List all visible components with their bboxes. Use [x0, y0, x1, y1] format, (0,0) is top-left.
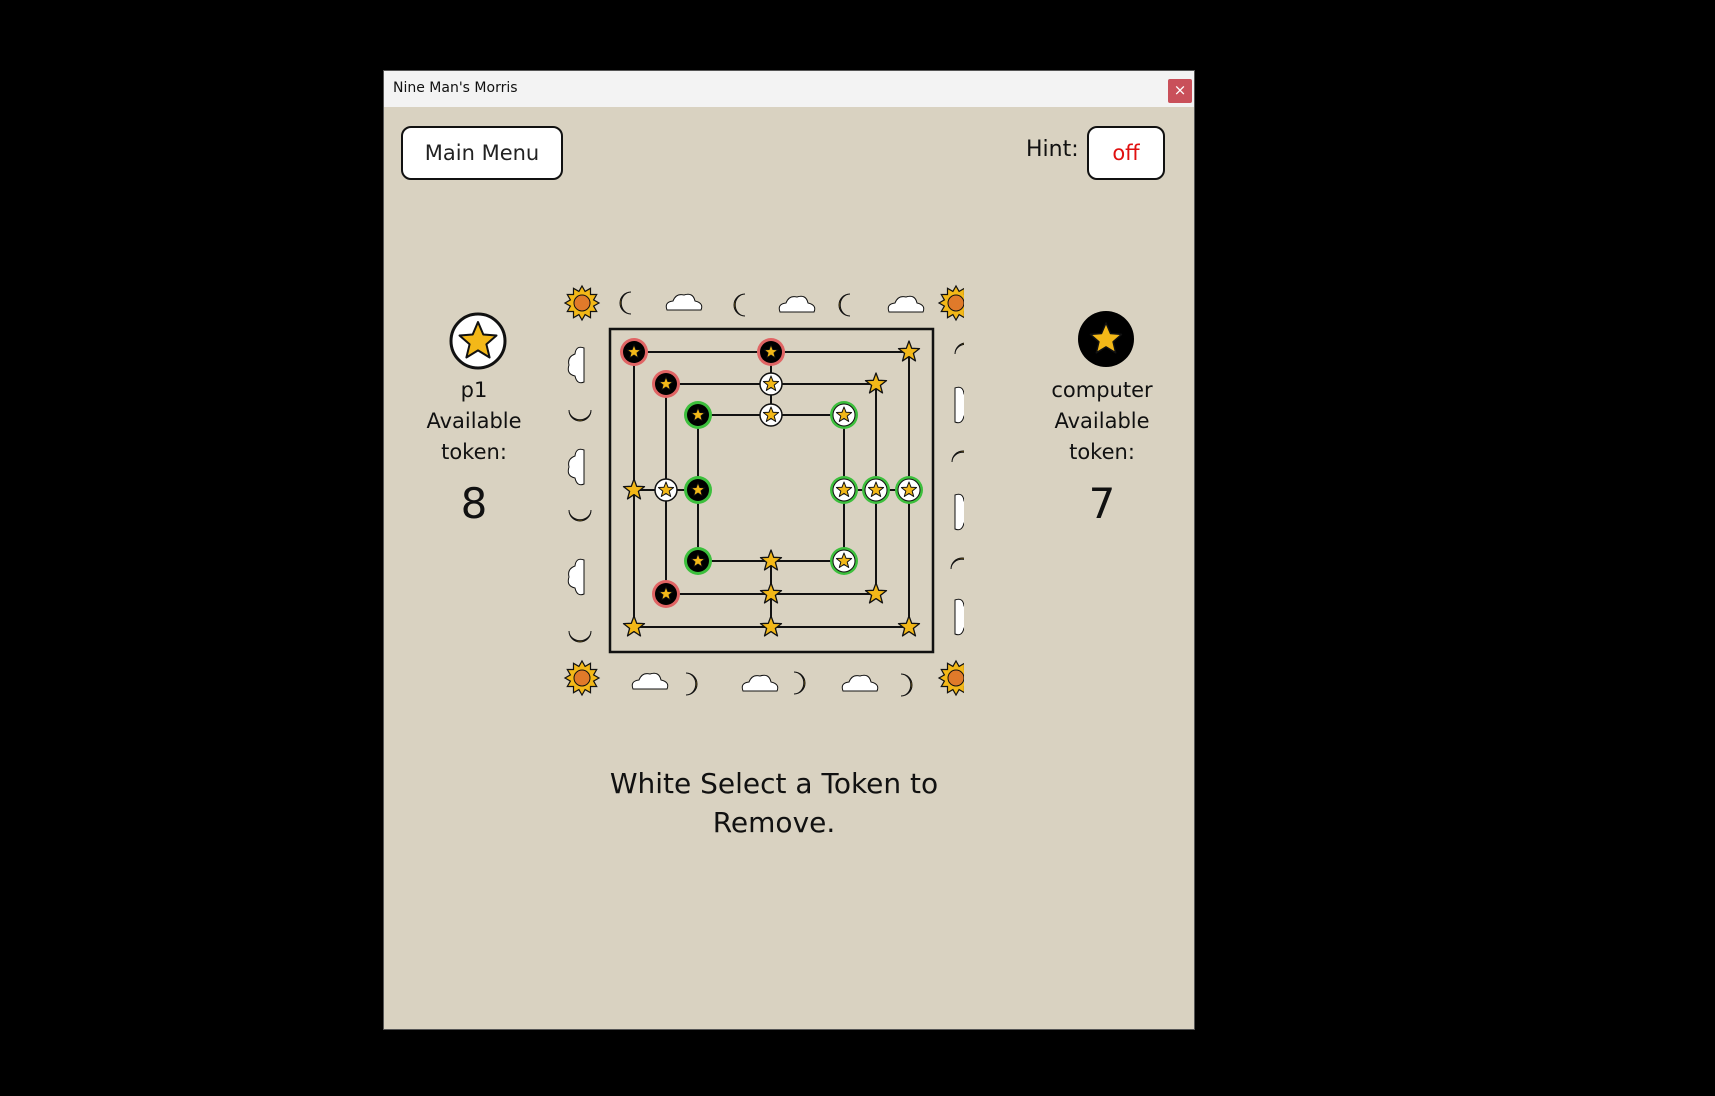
board-point-e4[interactable] — [830, 476, 858, 504]
computer-name: computer — [1051, 378, 1153, 402]
computer-token-count: 7 — [1088, 479, 1116, 528]
sun-icon — [937, 284, 964, 322]
moon-icon — [950, 557, 964, 570]
board-point-d1[interactable] — [759, 615, 783, 637]
status-line-1: White Select a Token to — [609, 767, 939, 800]
cloud-icon — [665, 293, 703, 311]
p1-token-count: 8 — [460, 479, 488, 528]
window-title: Nine Man's Morris — [393, 80, 518, 96]
cloud-icon — [631, 672, 669, 690]
status-message: White Select a Token to Remove. — [564, 764, 984, 842]
board-point-d5[interactable] — [759, 403, 783, 427]
board-point-d6[interactable] — [759, 372, 783, 396]
moon-icon — [619, 291, 632, 315]
board-point-d7[interactable] — [757, 338, 785, 366]
p1-panel: p1 Available token: 8 — [384, 375, 564, 534]
moon-icon — [568, 509, 592, 522]
computer-token-icon — [1078, 311, 1134, 367]
cloud-icon — [741, 674, 779, 692]
sun-icon — [563, 284, 601, 322]
sun-icon — [563, 659, 601, 697]
board-point-c4[interactable] — [684, 476, 712, 504]
board-square-line — [697, 414, 845, 562]
status-line-2: Remove. — [712, 806, 836, 839]
title-bar: Nine Man's Morris × — [384, 71, 1194, 107]
cloud-icon — [954, 598, 964, 636]
moon-icon — [838, 293, 851, 317]
moon-icon — [568, 630, 592, 643]
hint-toggle-button[interactable]: off — [1087, 126, 1165, 180]
p1-token-label: token: — [441, 440, 507, 464]
hint-label: Hint: — [1026, 137, 1079, 162]
close-button[interactable]: × — [1168, 79, 1192, 103]
sun-icon — [937, 659, 964, 697]
p1-name: p1 — [460, 378, 488, 402]
empty-point-star-icon — [622, 615, 646, 637]
cloud-icon — [567, 558, 585, 596]
board-point-b2[interactable] — [652, 580, 680, 608]
board-point-e5[interactable] — [830, 401, 858, 429]
board-point-g1[interactable] — [897, 615, 921, 637]
board-point-a7[interactable] — [620, 338, 648, 366]
board-point-a1[interactable] — [622, 615, 646, 637]
moon-icon — [951, 450, 964, 463]
moon-icon — [685, 672, 698, 696]
board-point-f2[interactable] — [864, 582, 888, 604]
board-point-b6[interactable] — [652, 370, 680, 398]
moon-icon — [793, 671, 806, 695]
cloud-icon — [954, 386, 964, 424]
p1-token-icon — [449, 312, 507, 370]
moon-icon — [954, 342, 964, 355]
empty-point-star-icon — [864, 582, 888, 604]
cloud-icon — [567, 448, 585, 486]
game-window: Nine Man's Morris × Main Menu Hint: off … — [383, 70, 1195, 1030]
cloud-icon — [841, 674, 879, 692]
cloud-icon — [567, 346, 585, 384]
moon-icon — [900, 673, 913, 697]
computer-token-label: token: — [1069, 440, 1135, 464]
computer-panel: computer Available token: 7 — [1012, 375, 1192, 534]
board-point-b4[interactable] — [654, 478, 678, 502]
empty-point-star-icon — [897, 615, 921, 637]
board-point-g4[interactable] — [895, 476, 923, 504]
board-point-c3[interactable] — [684, 547, 712, 575]
cloud-icon — [954, 493, 964, 531]
p1-available-label: Available — [426, 409, 522, 433]
moon-icon — [568, 409, 592, 422]
board-point-e3[interactable] — [830, 547, 858, 575]
cloud-icon — [778, 295, 816, 313]
main-menu-button[interactable]: Main Menu — [401, 126, 563, 180]
cloud-icon — [887, 295, 925, 313]
computer-available-label: Available — [1054, 409, 1150, 433]
game-board — [563, 284, 964, 697]
board-point-c5[interactable] — [684, 401, 712, 429]
empty-point-star-icon — [759, 615, 783, 637]
moon-icon — [733, 293, 746, 317]
board-point-f4[interactable] — [862, 476, 890, 504]
